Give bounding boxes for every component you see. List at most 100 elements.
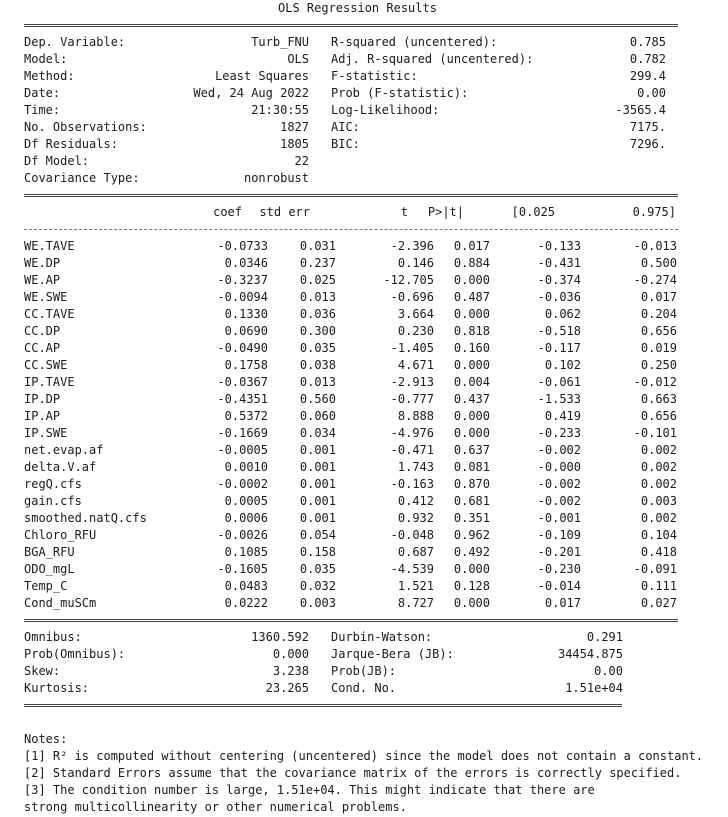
coef-cell: 0.003 — [640, 494, 677, 508]
coef-header-cell: std err — [259, 205, 310, 219]
coef-row: Temp_C 0.0483 0.032 1.521 0.128 -0.014 0.111 — [24, 578, 728, 595]
coef-cell: -4.976 — [390, 426, 434, 440]
summary-row: Time: 21:30:55 Log-Likelihood: -3565.4 — [24, 102, 728, 119]
coef-row: Cond_muSCm 0.0222 0.003 8.727 0.000 0.017 0.02… — [24, 595, 728, 612]
summary-row: Dep. Variable: Turb_FNU R-squared (uncente… — [24, 34, 728, 51]
coef-cell: -0.101 — [633, 426, 677, 440]
coef-cell: 0.0005 — [224, 494, 268, 508]
ols-results-document: OLS Regression Results Dep. Variable: Tur… — [0, 0, 728, 817]
coef-cell: 0.5372 — [224, 409, 268, 423]
coef-cell: 0.500 — [640, 256, 677, 270]
coef-variable-name: CC.TAVE — [24, 307, 75, 321]
coef-variable-name: smoothed.natQ.cfs — [24, 511, 147, 525]
summary-right-label: F-statistic: — [331, 69, 418, 83]
coef-row: gain.cfs 0.0005 0.001 0.412 0.681 -0.002 0.003 — [24, 493, 728, 510]
coef-header-cell: t — [400, 205, 408, 219]
coef-cell: 0.681 — [453, 494, 490, 508]
results-title: OLS Regression Results — [278, 1, 437, 15]
coef-cell: -0.109 — [537, 528, 581, 542]
coef-cell: -0.0367 — [217, 375, 268, 389]
coef-cell: -0.091 — [633, 562, 677, 576]
coef-cell: -0.048 — [390, 528, 434, 542]
coef-header-cell: [0.025 — [511, 205, 555, 219]
coef-row: WE.SWE -0.0094 0.013 -0.696 0.487 -0.036 0.017 — [24, 289, 728, 306]
top-rule — [24, 24, 678, 27]
coef-cell: 0.001 — [299, 477, 336, 491]
coef-cell: 0.002 — [640, 443, 677, 457]
summary-right-label: Prob (F-statistic): — [331, 86, 469, 100]
coef-cell: 0.035 — [299, 341, 336, 355]
summary-left-value: 1827 — [280, 120, 309, 134]
diagnostics-row: Skew: 3.238 Prob(JB): 0.00 — [24, 663, 728, 680]
coef-cell: -0.163 — [390, 477, 434, 491]
summary-left-label: Method: — [24, 69, 75, 83]
coef-cell: 8.727 — [397, 596, 434, 610]
coef-cell: -0.4351 — [217, 392, 268, 406]
coef-cell: 0.102 — [544, 358, 581, 372]
coef-header-row: coef std err t P>|t| [0.025 0.975] — [24, 204, 728, 221]
coef-row: CC.TAVE 0.1330 0.036 3.664 0.000 0.062 0.204 — [24, 306, 728, 323]
coef-cell: 0.0346 — [224, 256, 268, 270]
coef-cell: -12.705 — [383, 273, 434, 287]
coef-cell: 0.002 — [640, 511, 677, 525]
diagnostics-right-label: Cond. No. — [331, 681, 397, 695]
coef-variable-name: WE.DP — [24, 256, 61, 270]
coef-cell: 0.687 — [397, 545, 434, 559]
summary-left-value: 22 — [294, 154, 309, 168]
summary-right-label: Log-Likelihood: — [331, 103, 440, 117]
coef-cell: 0.560 — [299, 392, 336, 406]
coef-cell: 0.230 — [397, 324, 434, 338]
coef-cell: 0.412 — [397, 494, 434, 508]
coef-cell: 0.351 — [453, 511, 490, 525]
coef-cell: -0.061 — [537, 375, 581, 389]
coef-variable-name: CC.SWE — [24, 358, 68, 372]
diagnostics-left-label: Prob(Omnibus): — [24, 647, 126, 661]
summary-right-value: 0.00 — [637, 86, 666, 100]
coef-cell: -0.0002 — [217, 477, 268, 491]
note-line: strong multicollinearity or other numeri… — [24, 800, 407, 814]
bottom-rule — [24, 704, 622, 707]
coef-rule — [24, 619, 678, 622]
coef-cell: -0.0094 — [217, 290, 268, 304]
diagnostics-row: Prob(Omnibus): 0.000 Jarque-Bera (JB): 3445… — [24, 646, 728, 663]
coef-cell: 0.013 — [299, 290, 336, 304]
coef-cell: -0.0026 — [217, 528, 268, 542]
summary-rule — [24, 194, 678, 197]
coef-row: Chloro_RFU -0.0026 0.054 -0.048 0.962 -0.109 0… — [24, 527, 728, 544]
coef-cell: -2.913 — [390, 375, 434, 389]
diagnostics-right-label: Jarque-Bera (JB): — [331, 647, 454, 661]
coef-variable-name: CC.DP — [24, 324, 61, 338]
coef-cell: 0.060 — [299, 409, 336, 423]
coef-cell: 0.025 — [299, 273, 336, 287]
coef-variable-name: WE.TAVE — [24, 239, 75, 253]
coef-variable-name: WE.AP — [24, 273, 61, 287]
coef-cell: 8.888 — [397, 409, 434, 423]
coef-cell: -0.0490 — [217, 341, 268, 355]
summary-left-value: Least Squares — [215, 69, 309, 83]
coef-cell: 0.013 — [299, 375, 336, 389]
coef-row: IP.SWE -0.1669 0.034 -4.976 0.000 -0.233 -0.10… — [24, 425, 728, 442]
coef-variable-name: gain.cfs — [24, 494, 82, 508]
coef-cell: -0.518 — [537, 324, 581, 338]
coef-cell: 0.0222 — [224, 596, 268, 610]
diagnostics-right-value: 34454.875 — [557, 647, 623, 661]
coef-row: smoothed.natQ.cfs 0.0006 0.001 0.932 0.351 -0… — [24, 510, 728, 527]
coef-cell: 0.054 — [299, 528, 336, 542]
coef-cell: 0.017 — [453, 239, 490, 253]
coef-cell: 0.031 — [299, 239, 336, 253]
summary-row: Covariance Type: nonrobust — [24, 170, 728, 187]
summary-row: Df Residuals: 1805 BIC: 7296. — [24, 136, 728, 153]
coef-cell: 0.884 — [453, 256, 490, 270]
summary-right-value: 0.782 — [629, 52, 666, 66]
coef-cell: -0.036 — [537, 290, 581, 304]
coef-cell: -0.1669 — [217, 426, 268, 440]
coef-cell: 0.1758 — [224, 358, 268, 372]
diagnostics-left-label: Omnibus: — [24, 630, 82, 644]
coef-cell: 0.962 — [453, 528, 490, 542]
coef-cell: 0.036 — [299, 307, 336, 321]
coef-row: net.evap.af -0.0005 0.001 -0.471 0.637 -0.002… — [24, 442, 728, 459]
coef-cell: 0.0010 — [224, 460, 268, 474]
coef-row: delta.V.af 0.0010 0.001 1.743 0.081 -0.000 0.0… — [24, 459, 728, 476]
summary-right-value: 299.4 — [629, 69, 666, 83]
coef-cell: 0.004 — [453, 375, 490, 389]
